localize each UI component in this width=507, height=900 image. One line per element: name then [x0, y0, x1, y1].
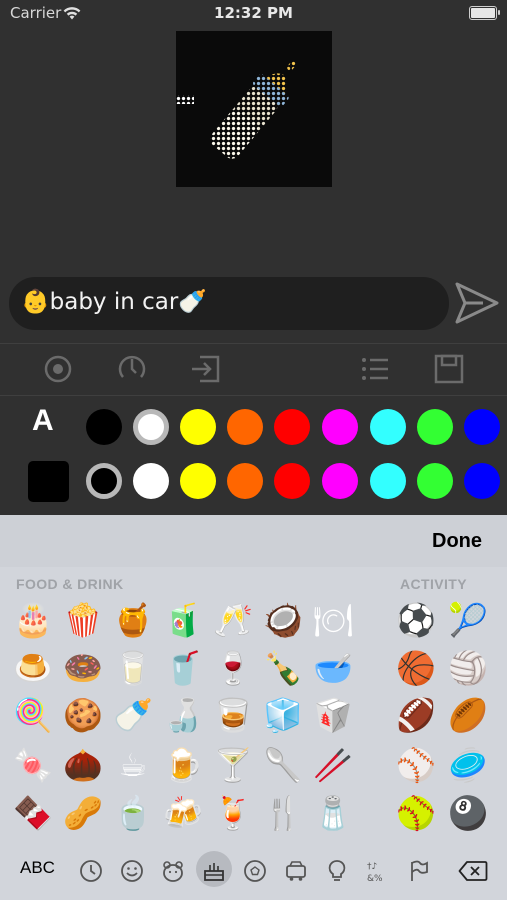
- emoji-key[interactable]: 🏈: [394, 693, 438, 737]
- emoji-key[interactable]: 🧂: [311, 791, 355, 835]
- emoji-keyboard: Done FOOD & DRINK ACTIVITY 🎂 🍿 🍯 🧃 🥂 🥥 🍽 🍮 🍩 🥛 🥤 🍷 🍾…: [0, 515, 507, 900]
- emoji-key[interactable]: 🍹: [211, 791, 255, 835]
- text-color-swatch[interactable]: [274, 409, 310, 445]
- emoji-key[interactable]: 🏐: [446, 646, 490, 690]
- recent-icon[interactable]: [78, 858, 104, 884]
- emoji-key[interactable]: 🍪: [61, 693, 105, 737]
- message-input[interactable]: 👶baby in car🍼: [9, 277, 449, 330]
- emoji-key[interactable]: 🍬: [11, 743, 55, 787]
- text-color-swatch[interactable]: [180, 409, 216, 445]
- emoji-key[interactable]: ⚾: [394, 743, 438, 787]
- emoji-key[interactable]: 🎾: [446, 598, 490, 642]
- emoji-key[interactable]: 🎱: [446, 791, 490, 835]
- emoji-key[interactable]: 🍵: [111, 791, 155, 835]
- text-color-swatch[interactable]: [322, 409, 358, 445]
- background-color-swatch[interactable]: [464, 463, 500, 499]
- emoji-key[interactable]: 🍶: [161, 693, 205, 737]
- emoji-key[interactable]: 🥏: [446, 743, 490, 787]
- emoji-key[interactable]: 🍮: [11, 646, 55, 690]
- background-color-swatch[interactable]: [133, 463, 169, 499]
- emoji-key[interactable]: 🍽: [311, 598, 355, 642]
- text-color-swatch[interactable]: [86, 409, 122, 445]
- send-button[interactable]: [453, 280, 501, 326]
- text-color-swatch[interactable]: [227, 409, 263, 445]
- emoji-key[interactable]: 🍷: [211, 646, 255, 690]
- section-activity-label: ACTIVITY: [400, 576, 467, 592]
- record-icon[interactable]: [40, 351, 76, 387]
- emoji-key[interactable]: 🥣: [311, 646, 355, 690]
- travel-icon[interactable]: [283, 858, 309, 884]
- emoji-key[interactable]: 🍼: [111, 693, 155, 737]
- background-color-swatch: [28, 461, 69, 502]
- emoji-key[interactable]: 🏀: [394, 646, 438, 690]
- emoji-key[interactable]: 🥥: [261, 598, 305, 642]
- text-color-swatch[interactable]: [417, 409, 453, 445]
- background-color-swatch[interactable]: [370, 463, 406, 499]
- speed-icon[interactable]: [114, 351, 150, 387]
- emoji-key[interactable]: 🍻: [161, 791, 205, 835]
- emoji-key[interactable]: ☕: [111, 743, 155, 787]
- text-color-swatch[interactable]: [133, 409, 169, 445]
- import-icon[interactable]: [188, 351, 224, 387]
- done-button[interactable]: Done: [432, 530, 482, 553]
- clock-time: 12:32 PM: [214, 4, 293, 22]
- emoji-key[interactable]: 🥜: [61, 791, 105, 835]
- status-bar: Carrier 12:32 PM: [0, 0, 507, 28]
- activity-icon[interactable]: [242, 858, 268, 884]
- emoji-key[interactable]: 🥢: [311, 743, 355, 787]
- symbols-icon[interactable]: †♪ &%: [365, 858, 391, 884]
- svg-text:&%: &%: [367, 874, 383, 884]
- delete-key-icon[interactable]: [458, 860, 488, 882]
- emoji-key[interactable]: 🍸: [211, 743, 255, 787]
- text-color-swatch[interactable]: [370, 409, 406, 445]
- list-icon[interactable]: [357, 351, 393, 387]
- led-grid: [176, 31, 332, 187]
- text-color-label: A: [32, 404, 54, 437]
- emoji-key[interactable]: 🥂: [211, 598, 255, 642]
- background-color-swatch[interactable]: [180, 463, 216, 499]
- food-icon[interactable]: [201, 858, 227, 884]
- emoji-key[interactable]: 🌰: [61, 743, 105, 787]
- battery-icon: [469, 6, 500, 20]
- background-color-swatch[interactable]: [417, 463, 453, 499]
- emoji-key[interactable]: 🏉: [446, 693, 490, 737]
- background-color-swatch[interactable]: [227, 463, 263, 499]
- emoji-key[interactable]: 🎂: [11, 598, 55, 642]
- toolbar-divider-top: [0, 343, 507, 344]
- section-food-label: FOOD & DRINK: [16, 576, 124, 592]
- emoji-key[interactable]: 🍫: [11, 791, 55, 835]
- objects-icon[interactable]: [324, 858, 350, 884]
- emoji-key[interactable]: 🥛: [111, 646, 155, 690]
- emoji-key[interactable]: 🥎: [394, 791, 438, 835]
- emoji-key[interactable]: ⚽: [394, 598, 438, 642]
- emoji-key[interactable]: 🍾: [261, 646, 305, 690]
- smiley-icon[interactable]: [119, 858, 145, 884]
- message-text: 👶baby in car🍼: [21, 289, 207, 315]
- keyboard-accessory-bar: Done: [0, 515, 507, 567]
- keyboard-category-bar: ABC †♪ &%: [0, 848, 507, 900]
- background-color-swatch[interactable]: [322, 463, 358, 499]
- emoji-key[interactable]: 🥡: [311, 693, 355, 737]
- svg-text:†♪: †♪: [367, 862, 377, 872]
- background-color-swatch[interactable]: [274, 463, 310, 499]
- animal-icon[interactable]: [160, 858, 186, 884]
- toolbar-divider-bottom: [0, 395, 507, 396]
- emoji-key[interactable]: 🧊: [261, 693, 305, 737]
- text-color-swatch[interactable]: [464, 409, 500, 445]
- emoji-key[interactable]: 🍭: [11, 693, 55, 737]
- abc-key[interactable]: ABC: [20, 858, 55, 878]
- led-preview: [176, 31, 332, 187]
- save-icon[interactable]: [431, 351, 467, 387]
- background-color-swatch[interactable]: [86, 463, 122, 499]
- emoji-key[interactable]: 🍺: [161, 743, 205, 787]
- flag-icon[interactable]: [406, 858, 432, 884]
- emoji-key[interactable]: 🥃: [211, 693, 255, 737]
- emoji-key[interactable]: 🍿: [61, 598, 105, 642]
- emoji-key[interactable]: 🍩: [61, 646, 105, 690]
- emoji-key[interactable]: 🥤: [161, 646, 205, 690]
- emoji-key[interactable]: 🧃: [161, 598, 205, 642]
- emoji-key[interactable]: 🍯: [111, 598, 155, 642]
- emoji-key[interactable]: 🥄: [261, 743, 305, 787]
- emoji-key[interactable]: 🍴: [261, 791, 305, 835]
